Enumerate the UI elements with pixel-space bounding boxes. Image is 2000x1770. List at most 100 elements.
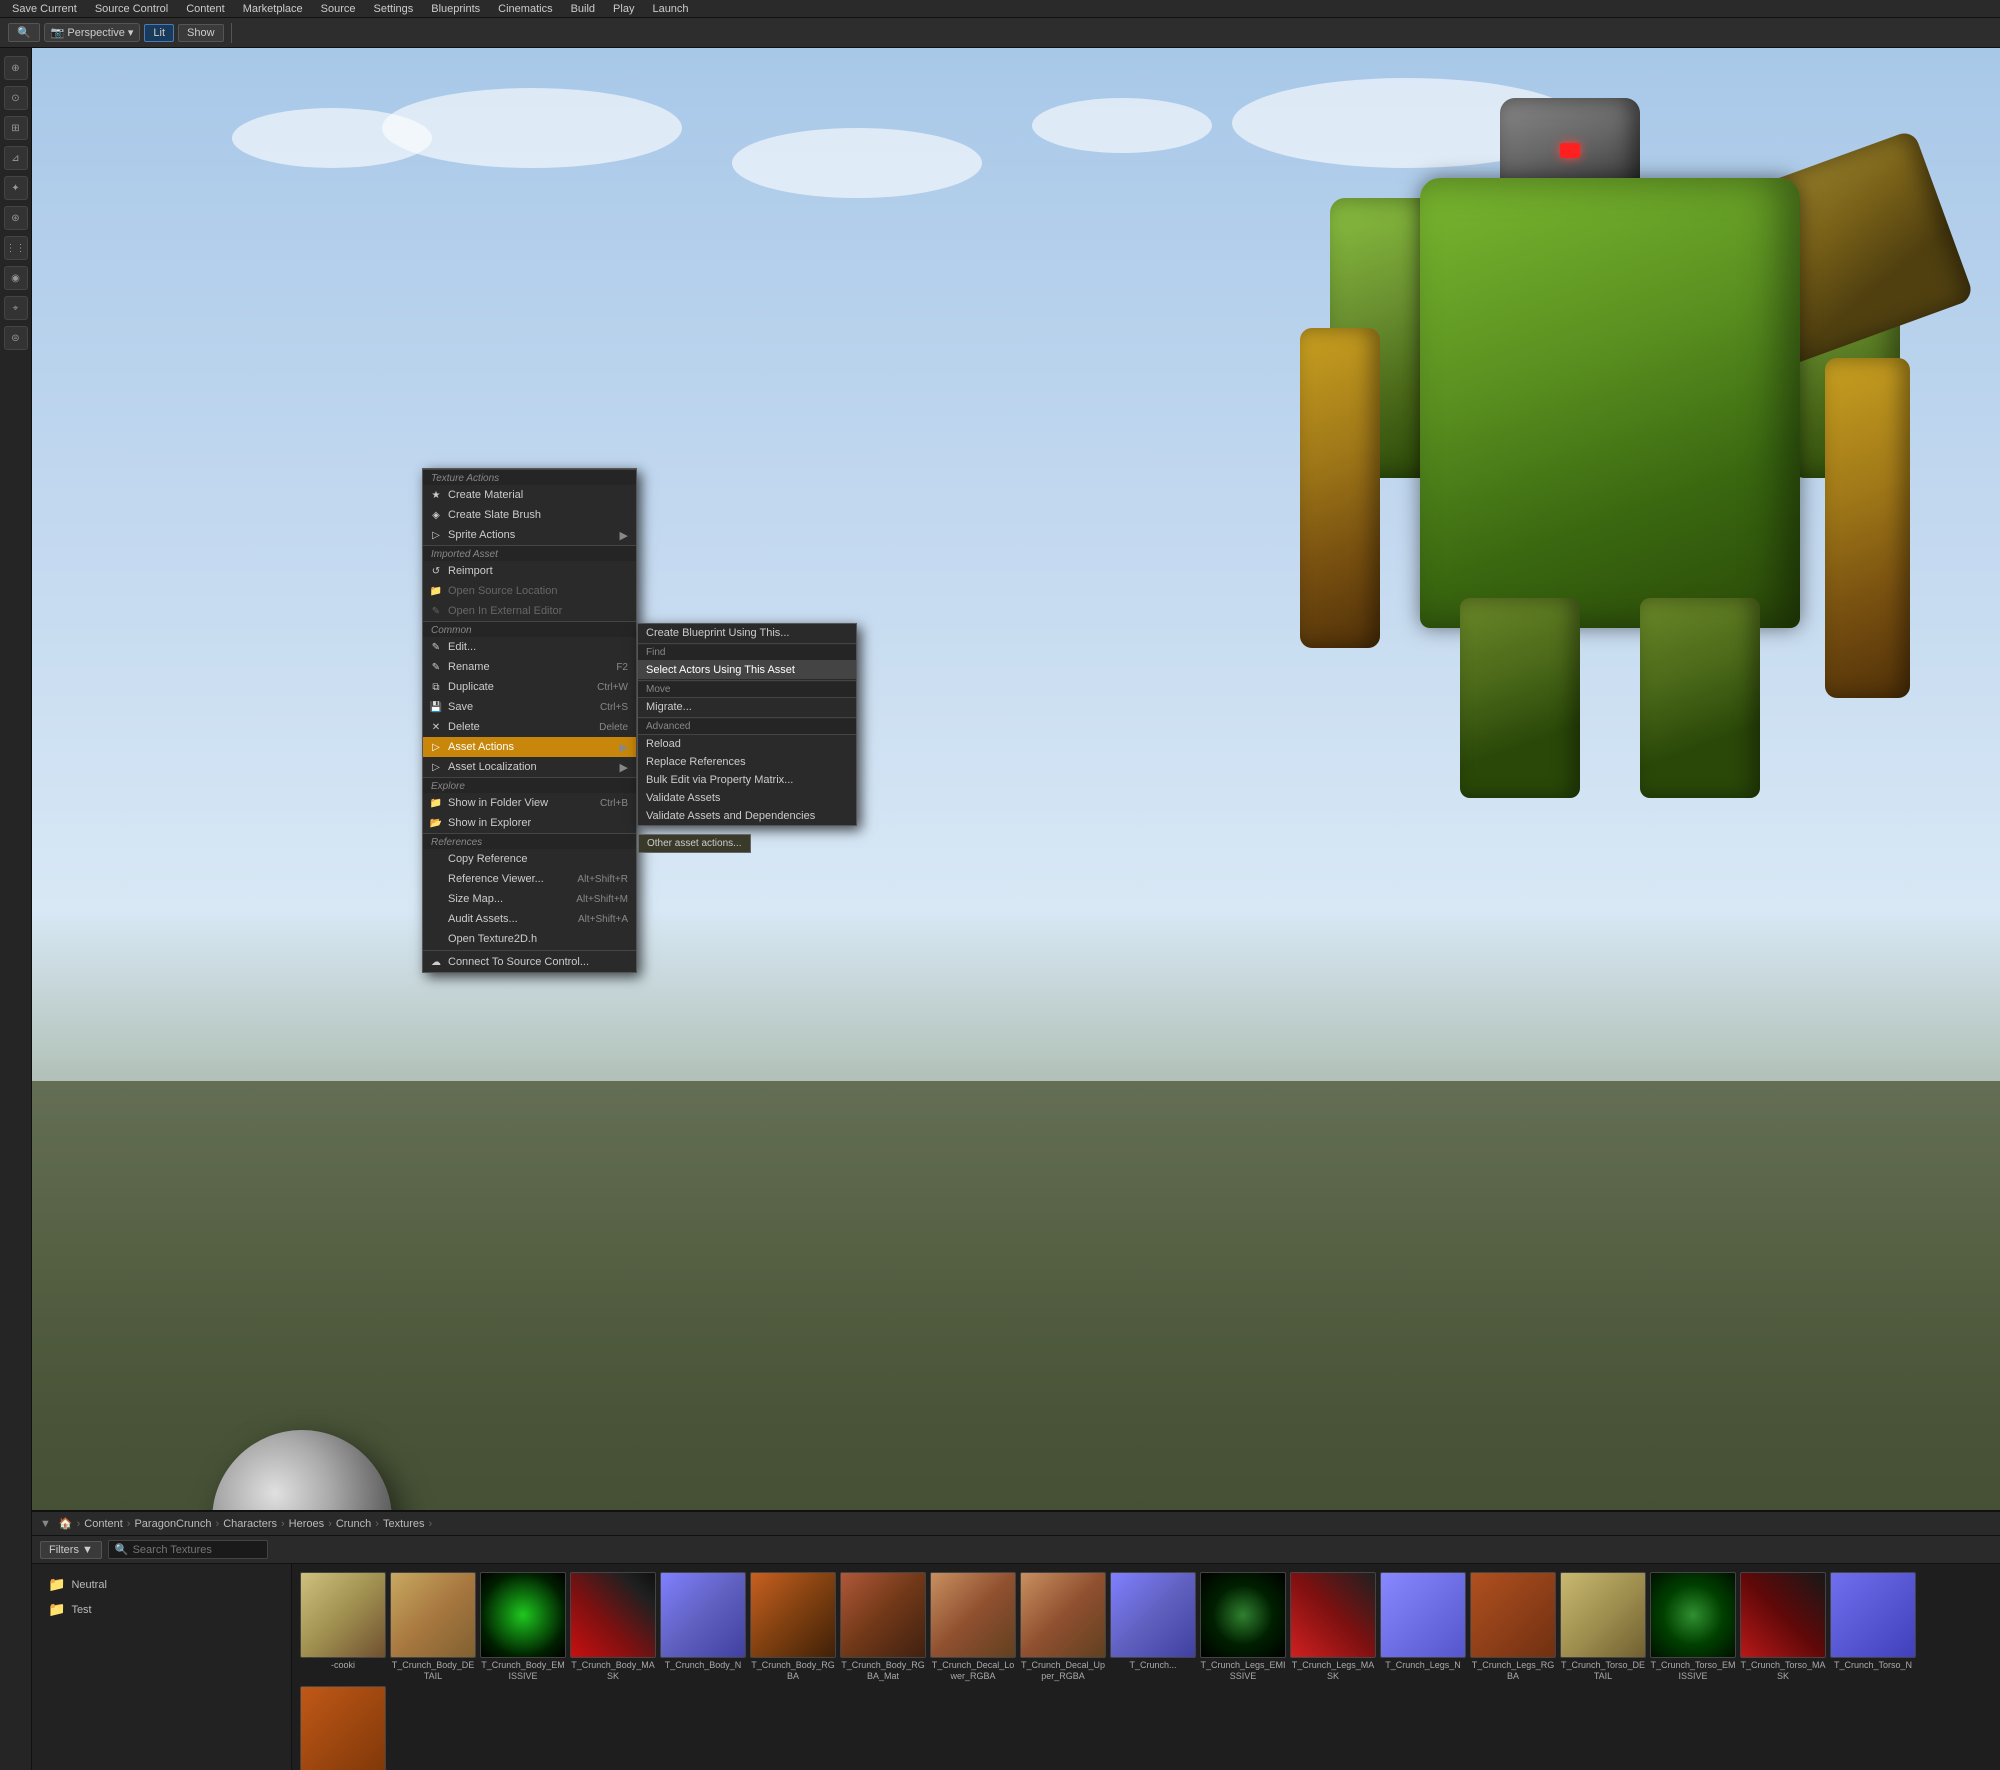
menu-build[interactable]: Build	[563, 2, 603, 16]
menu-open-texture2d[interactable]: Open Texture2D.h	[423, 929, 636, 949]
filters-button[interactable]: Filters ▼	[40, 1541, 102, 1559]
menu-size-map[interactable]: Size Map... Alt+Shift+M	[423, 889, 636, 909]
asset-t-crunch-body-mask[interactable]: T_Crunch_Body_MASK	[570, 1572, 656, 1682]
sidebar-icon-5[interactable]: ✦	[4, 176, 28, 200]
menu-cinematics[interactable]: Cinematics	[490, 2, 560, 16]
content-browser-toolbar: Filters ▼ 🔍	[32, 1536, 2000, 1564]
asset-cooki[interactable]: -cooki	[300, 1572, 386, 1682]
asset-t-crunch-legs-emissive-label: T_Crunch_Legs_EMISSIVE	[1200, 1660, 1286, 1682]
asset-t-crunch-torso-mask-thumb	[1740, 1572, 1826, 1658]
section-common: Common	[423, 621, 636, 637]
menu-marketplace[interactable]: Marketplace	[235, 2, 311, 16]
menu-asset-actions[interactable]: ▷ Asset Actions ▶	[423, 737, 636, 757]
menu-reimport[interactable]: ↺ Reimport	[423, 561, 636, 581]
folder-test[interactable]: 📁 Test	[40, 1597, 283, 1622]
viewport-area[interactable]: X Y Texture Actions ★ Create Material ◈ …	[32, 48, 2000, 1770]
folder-neutral[interactable]: 📁 Neutral	[40, 1572, 283, 1597]
breadcrumb-characters[interactable]: Characters	[223, 1518, 277, 1530]
menu-open-source-location[interactable]: 📁 Open Source Location	[423, 581, 636, 601]
asset-t-crunch-torso-rgba[interactable]: T_Crunch_Torso_RGBA	[300, 1686, 386, 1770]
section-texture-actions: Texture Actions	[423, 469, 636, 485]
sidebar-icon-4[interactable]: ⊿	[4, 146, 28, 170]
menu-create-material[interactable]: ★ Create Material	[423, 485, 636, 505]
asset-t-crunch-torso-mask[interactable]: T_Crunch_Torso_MASK	[1740, 1572, 1826, 1682]
breadcrumb-textures[interactable]: Textures	[383, 1518, 425, 1530]
asset-t-crunch-torso-detail[interactable]: T_Crunch_Torso_DETAIL	[1560, 1572, 1646, 1682]
menu-rename[interactable]: ✎ Rename F2	[423, 657, 636, 677]
menu-show-explorer[interactable]: 📂 Show in Explorer	[423, 813, 636, 833]
folder-panel: 📁 Neutral 📁 Test	[32, 1564, 292, 1770]
menu-show-folder-view[interactable]: 📁 Show in Folder View Ctrl+B	[423, 793, 636, 813]
lit-button[interactable]: Lit	[144, 24, 174, 42]
search-input[interactable]	[133, 1544, 261, 1556]
asset-t-crunch-torso-detail-thumb	[1560, 1572, 1646, 1658]
asset-t-crunch-body-emissive[interactable]: T_Crunch_Body_EMISSIVE	[480, 1572, 566, 1682]
submenu-find-select-actors[interactable]: Select Actors Using This Asset	[638, 661, 856, 679]
breadcrumb-heroes[interactable]: Heroes	[289, 1518, 324, 1530]
menu-source[interactable]: Source	[313, 2, 364, 16]
menu-create-slate-brush[interactable]: ◈ Create Slate Brush	[423, 505, 636, 525]
menu-audit-assets[interactable]: Audit Assets... Alt+Shift+A	[423, 909, 636, 929]
submenu-migrate[interactable]: Migrate...	[638, 698, 856, 716]
asset-t-crunch-legs-rgba[interactable]: T_Crunch_Legs_RGBA	[1470, 1572, 1556, 1682]
menu-reference-viewer[interactable]: Reference Viewer... Alt+Shift+R	[423, 869, 636, 889]
asset-t-crunch-decal-upper[interactable]: T_Crunch_Decal_Upper_RGBA	[1020, 1572, 1106, 1682]
asset-t-crunch-body-rgba[interactable]: T_Crunch_Body_RGBA	[750, 1572, 836, 1682]
asset-t-crunch-extra[interactable]: T_Crunch...	[1110, 1572, 1196, 1682]
menu-edit[interactable]: ✎ Edit...	[423, 637, 636, 657]
perspective-dropdown[interactable]: 📷 Perspective ▾	[44, 23, 141, 42]
submenu-create-blueprint[interactable]: Create Blueprint Using This...	[638, 624, 856, 642]
submenu-validate-assets-deps[interactable]: Validate Assets and Dependencies	[638, 807, 856, 825]
submenu-validate-assets[interactable]: Validate Assets	[638, 789, 856, 807]
search-box[interactable]: 🔍	[108, 1540, 268, 1559]
submenu-reload[interactable]: Reload	[638, 735, 856, 753]
content-browser-collapse-icon[interactable]: ▼	[40, 1518, 51, 1530]
sidebar-icon-1[interactable]: ⊕	[4, 56, 28, 80]
edit-icon: ✎	[429, 640, 443, 654]
sidebar-icon-2[interactable]: ⊙	[4, 86, 28, 110]
asset-t-crunch-body-rgba-mat[interactable]: T_Crunch_Body_RGBA_Mat	[840, 1572, 926, 1682]
search-button[interactable]: 🔍	[8, 23, 40, 42]
menu-save-current[interactable]: Save Current	[4, 2, 85, 16]
asset-t-crunch-body-detail[interactable]: T_Crunch_Body_DETAIL	[390, 1572, 476, 1682]
sidebar-icon-8[interactable]: ◉	[4, 266, 28, 290]
submenu-replace-references[interactable]: Replace References	[638, 753, 856, 771]
menu-duplicate[interactable]: ⧉ Duplicate Ctrl+W	[423, 677, 636, 697]
submenu-bulk-edit[interactable]: Bulk Edit via Property Matrix...	[638, 771, 856, 789]
robot-leg-left	[1460, 598, 1580, 798]
asset-t-crunch-legs-n[interactable]: T_Crunch_Legs_N	[1380, 1572, 1466, 1682]
show-button[interactable]: Show	[178, 24, 224, 42]
asset-t-crunch-torso-emissive[interactable]: T_Crunch_Torso_EMISSIVE	[1650, 1572, 1736, 1682]
menu-asset-localization[interactable]: ▷ Asset Localization ▶	[423, 757, 636, 777]
asset-t-crunch-decal-upper-label: T_Crunch_Decal_Upper_RGBA	[1020, 1660, 1106, 1682]
menu-play[interactable]: Play	[605, 2, 642, 16]
breadcrumb-crunch[interactable]: Crunch	[336, 1518, 371, 1530]
menu-connect-source-control[interactable]: ☁ Connect To Source Control...	[423, 952, 636, 972]
sidebar-icon-3[interactable]: ⊞	[4, 116, 28, 140]
asset-t-crunch-body-detail-label: T_Crunch_Body_DETAIL	[390, 1660, 476, 1682]
asset-t-crunch-torso-n[interactable]: T_Crunch_Torso_N	[1830, 1572, 1916, 1682]
menu-save[interactable]: 💾 Save Ctrl+S	[423, 697, 636, 717]
asset-t-crunch-decal-lower[interactable]: T_Crunch_Decal_Lower_RGBA	[930, 1572, 1016, 1682]
menu-content[interactable]: Content	[178, 2, 233, 16]
asset-t-crunch-legs-emissive[interactable]: T_Crunch_Legs_EMISSIVE	[1200, 1572, 1286, 1682]
sidebar-icon-10[interactable]: ⊜	[4, 326, 28, 350]
menu-settings[interactable]: Settings	[366, 2, 422, 16]
asset-t-crunch-legs-mask[interactable]: T_Crunch_Legs_MASK	[1290, 1572, 1376, 1682]
breadcrumb-sep-0: ›	[77, 1518, 81, 1530]
menu-source-control[interactable]: Source Control	[87, 2, 176, 16]
asset-t-crunch-body-n-thumb	[660, 1572, 746, 1658]
sidebar-icon-6[interactable]: ⊛	[4, 206, 28, 230]
sidebar-icon-7[interactable]: ⋮⋮	[4, 236, 28, 260]
asset-t-crunch-torso-emissive-label: T_Crunch_Torso_EMISSIVE	[1650, 1660, 1736, 1682]
menu-open-external-editor[interactable]: ✎ Open In External Editor	[423, 601, 636, 621]
menu-launch[interactable]: Launch	[644, 2, 696, 16]
menu-blueprints[interactable]: Blueprints	[423, 2, 488, 16]
sidebar-icon-9[interactable]: ⌖	[4, 296, 28, 320]
asset-t-crunch-body-n[interactable]: T_Crunch_Body_N	[660, 1572, 746, 1682]
breadcrumb-content[interactable]: Content	[84, 1518, 123, 1530]
breadcrumb-paragon-crunch[interactable]: ParagonCrunch	[134, 1518, 211, 1530]
menu-copy-reference[interactable]: Copy Reference	[423, 849, 636, 869]
menu-delete[interactable]: ✕ Delete Delete	[423, 717, 636, 737]
menu-sprite-actions[interactable]: ▷ Sprite Actions ▶	[423, 525, 636, 545]
